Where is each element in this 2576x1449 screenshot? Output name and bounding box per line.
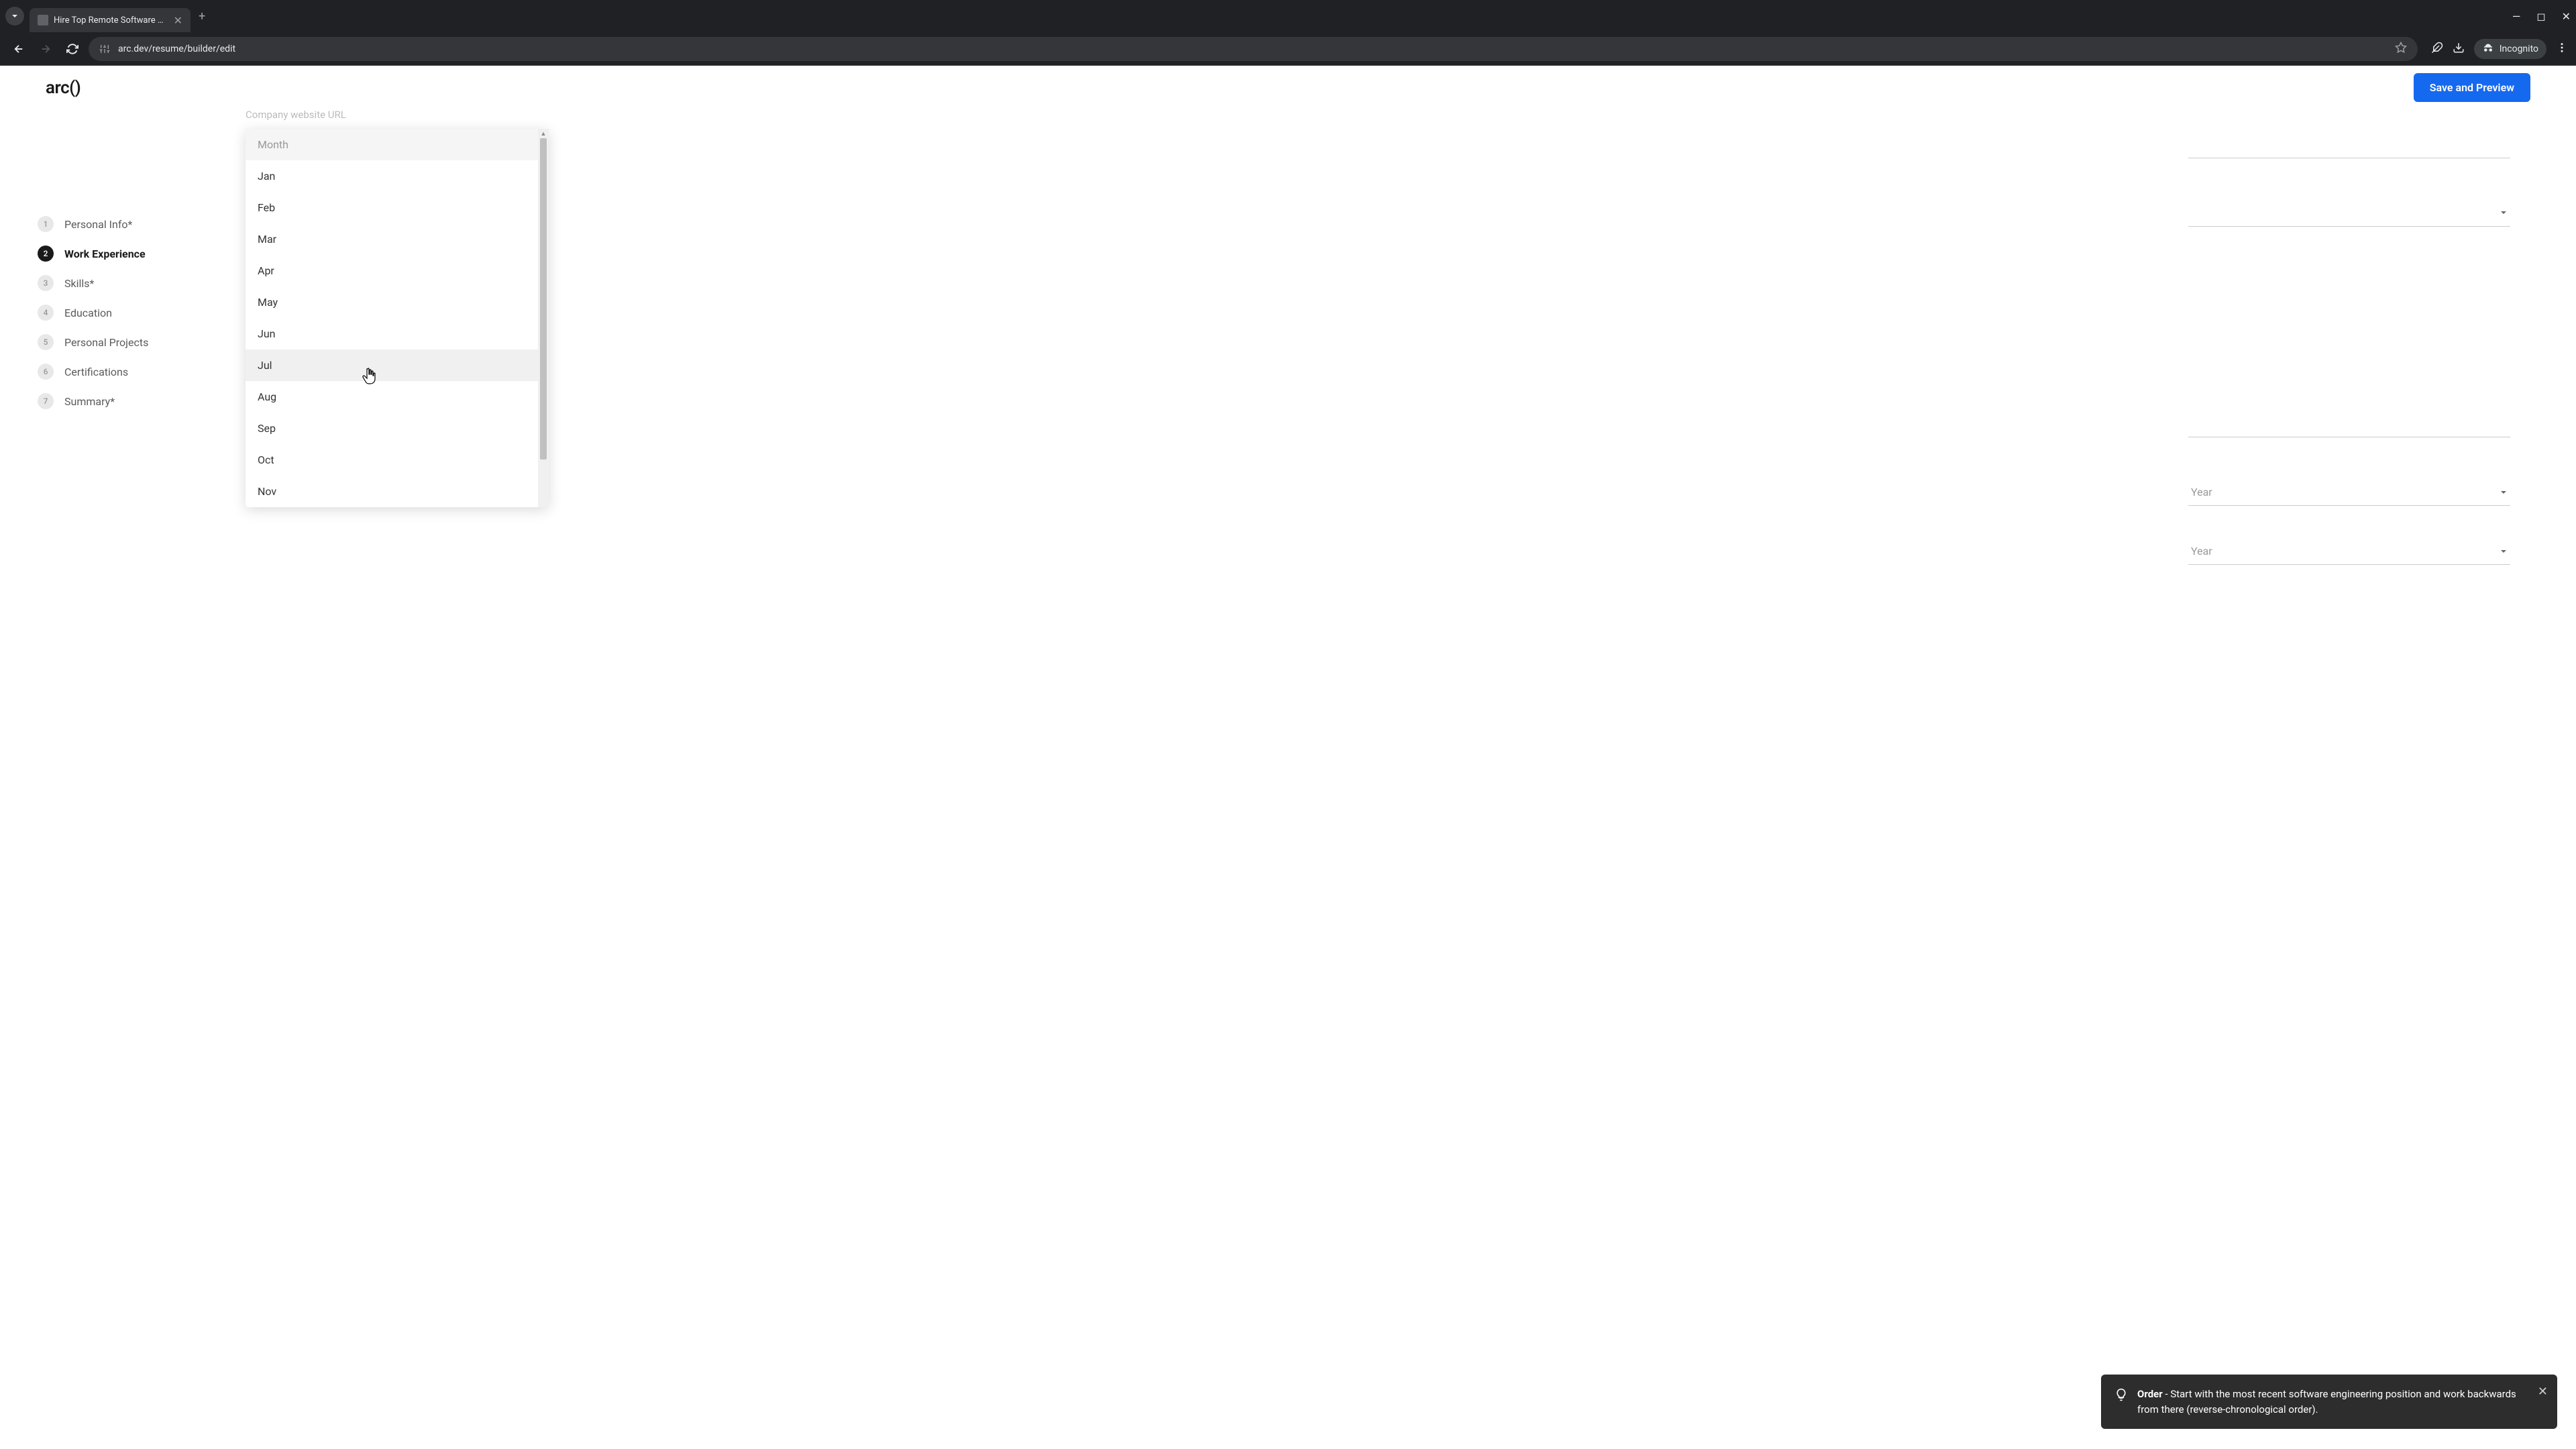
- maximize-button[interactable]: ◻: [2536, 10, 2545, 23]
- scrollbar-thumb[interactable]: [540, 138, 547, 460]
- step-number: 5: [38, 334, 54, 350]
- toast-message: - Start with the most recent software en…: [2137, 1388, 2516, 1415]
- dropdown-header: Month: [246, 129, 538, 160]
- dropdown-option-nov[interactable]: Nov: [246, 476, 538, 507]
- window-controls: — ◻ ✕: [2512, 10, 2571, 23]
- step-label: Work Experience: [64, 248, 146, 260]
- sidebar-nav: 1 Personal Info* 2 Work Experience 3 Ski…: [38, 110, 225, 416]
- chevron-down-icon: [2500, 209, 2508, 217]
- select-placeholder: Year: [2191, 545, 2212, 557]
- new-tab-button[interactable]: +: [199, 9, 205, 23]
- forward-button[interactable]: [35, 38, 56, 60]
- step-label: Certifications: [64, 366, 128, 378]
- extensions-icon[interactable]: [2431, 42, 2443, 56]
- step-number: 4: [38, 305, 54, 321]
- incognito-label: Incognito: [2500, 44, 2538, 54]
- browser-tab[interactable]: Hire Top Remote Software Dev ✕: [30, 8, 191, 32]
- step-number: 7: [38, 393, 54, 409]
- menu-icon[interactable]: [2556, 42, 2568, 56]
- dropdown-option-feb[interactable]: Feb: [246, 192, 538, 223]
- dropdown-option-jul[interactable]: Jul: [246, 350, 538, 381]
- toast-content: Order - Start with the most recent softw…: [2137, 1387, 2525, 1417]
- save-preview-button[interactable]: Save and Preview: [2414, 73, 2530, 102]
- step-label: Education: [64, 307, 112, 319]
- tip-toast: Order - Start with the most recent softw…: [2101, 1375, 2557, 1429]
- dropdown-option-may[interactable]: May: [246, 286, 538, 318]
- step-number: 1: [38, 216, 54, 232]
- chevron-down-icon: [2500, 488, 2508, 496]
- text-input[interactable]: [2188, 417, 2510, 437]
- browser-tab-bar: Hire Top Remote Software Dev ✕ + — ◻ ✕: [0, 0, 2576, 32]
- reload-icon: [66, 43, 78, 55]
- tab-favicon: [38, 15, 48, 25]
- field-label-company-url: Company website URL: [246, 109, 346, 121]
- browser-toolbar: arc.dev/resume/builder/edit Incognito: [0, 32, 2576, 66]
- minimize-button[interactable]: —: [2512, 10, 2521, 23]
- step-label: Personal Info*: [64, 218, 132, 231]
- dropdown-option-aug[interactable]: Aug: [246, 381, 538, 413]
- step-label: Skills*: [64, 277, 94, 290]
- url-text: arc.dev/resume/builder/edit: [118, 44, 2387, 54]
- toast-title: Order: [2137, 1388, 2163, 1400]
- right-form-column: Year Year: [2188, 110, 2510, 565]
- reload-button[interactable]: [62, 38, 83, 60]
- close-window-button[interactable]: ✕: [2562, 10, 2571, 23]
- close-tab-icon[interactable]: ✕: [174, 14, 182, 27]
- arrow-left-icon: [13, 43, 25, 55]
- site-settings-icon[interactable]: [99, 44, 110, 54]
- step-number: 2: [38, 246, 54, 262]
- sidebar-step-work-experience[interactable]: 2 Work Experience: [38, 239, 225, 268]
- downloads-icon[interactable]: [2453, 42, 2465, 56]
- dropdown-option-sep[interactable]: Sep: [246, 413, 538, 444]
- main-content: 1 Personal Info* 2 Work Experience 3 Ski…: [0, 110, 2576, 416]
- select-field[interactable]: [2188, 199, 2510, 227]
- lightbulb-icon: [2114, 1388, 2128, 1406]
- sidebar-step-personal-info[interactable]: 1 Personal Info*: [38, 209, 225, 239]
- chevron-down-icon: [11, 12, 19, 20]
- scroll-up-arrow[interactable]: ▲: [538, 129, 549, 139]
- dropdown-option-oct[interactable]: Oct: [246, 444, 538, 476]
- close-toast-button[interactable]: ✕: [2538, 1383, 2548, 1401]
- address-bar[interactable]: arc.dev/resume/builder/edit: [89, 37, 2418, 61]
- year-select-start[interactable]: Year: [2188, 479, 2510, 506]
- dropdown-option-mar[interactable]: Mar: [246, 223, 538, 255]
- sidebar-step-skills[interactable]: 3 Skills*: [38, 268, 225, 298]
- dropdown-option-apr[interactable]: Apr: [246, 255, 538, 286]
- sidebar-step-personal-projects[interactable]: 5 Personal Projects: [38, 327, 225, 357]
- back-button[interactable]: [8, 38, 30, 60]
- step-label: Personal Projects: [64, 336, 148, 349]
- sidebar-step-education[interactable]: 4 Education: [38, 298, 225, 327]
- text-input[interactable]: [2188, 130, 2510, 158]
- dropdown-list: Month Jan Feb Mar Apr May Jun Jul Aug Se…: [246, 129, 538, 507]
- sidebar-step-summary[interactable]: 7 Summary*: [38, 386, 225, 416]
- step-number: 6: [38, 364, 54, 380]
- form-content: Company website URL Year Year Month: [225, 110, 2530, 416]
- year-select-end[interactable]: Year: [2188, 538, 2510, 565]
- tab-title: Hire Top Remote Software Dev: [54, 15, 168, 25]
- dropdown-option-jan[interactable]: Jan: [246, 160, 538, 192]
- tab-search-button[interactable]: [5, 7, 24, 25]
- chevron-down-icon: [2500, 547, 2508, 555]
- app-header: arc() Save and Preview: [0, 66, 2576, 110]
- sidebar-step-certifications[interactable]: 6 Certifications: [38, 357, 225, 386]
- bookmark-icon[interactable]: [2395, 42, 2407, 56]
- arrow-right-icon: [40, 43, 52, 55]
- step-label: Summary*: [64, 395, 115, 408]
- incognito-badge[interactable]: Incognito: [2474, 39, 2546, 59]
- step-number: 3: [38, 275, 54, 291]
- incognito-icon: [2482, 43, 2494, 55]
- dropdown-scrollbar[interactable]: ▲: [538, 129, 549, 507]
- dropdown-option-jun[interactable]: Jun: [246, 318, 538, 350]
- month-dropdown: Month Jan Feb Mar Apr May Jun Jul Aug Se…: [246, 129, 549, 507]
- select-placeholder: Year: [2191, 486, 2212, 498]
- logo[interactable]: arc(): [46, 78, 80, 98]
